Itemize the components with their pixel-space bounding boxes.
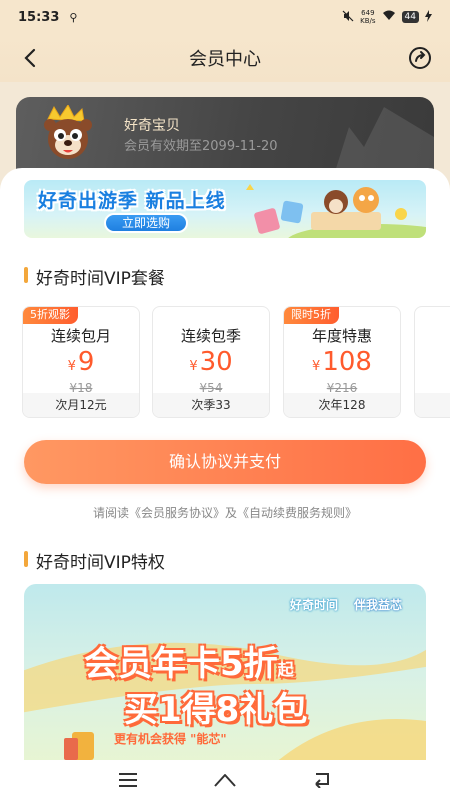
menu-button[interactable] xyxy=(113,765,143,795)
package-badge: 5折观影 xyxy=(23,307,78,324)
speed-unit: KB/s xyxy=(360,17,376,25)
header: 会员中心 xyxy=(0,34,450,82)
privileges-banner[interactable]: 好奇时间 伴我益芯 会员年卡5折起 买1得8礼包 更有机会获得 "能芯" xyxy=(24,584,426,760)
package-name: 年度特惠 xyxy=(311,327,372,345)
package-partial[interactable] xyxy=(414,306,450,418)
system-nav-bar xyxy=(0,760,450,800)
battery-indicator: 44 xyxy=(401,11,419,23)
share-icon xyxy=(409,47,431,69)
currency-symbol: ¥ xyxy=(312,359,321,374)
usb-icon: ⚲ xyxy=(69,10,78,24)
avatar[interactable] xyxy=(38,104,100,163)
home-button[interactable] xyxy=(210,765,240,795)
vip-packages-title: 好奇时间VIP套餐 xyxy=(24,264,165,289)
package-quarterly[interactable]: 连续包季 ¥30 ¥54 次季33 xyxy=(152,306,270,418)
share-button[interactable] xyxy=(406,44,434,72)
price-value: 108 xyxy=(322,347,372,377)
main-panel: 好奇出游季 新品上线 立即选购 好奇时间VIP套餐 5折观影 连续包月 ¥9 ¥… xyxy=(0,168,450,760)
status-time: 15:33 xyxy=(18,9,60,25)
return-icon xyxy=(314,773,329,788)
member-expire-date: 会员有效期至2099-11-20 xyxy=(124,139,278,154)
mute-icon xyxy=(342,10,354,25)
package-price: ¥30 xyxy=(153,347,269,377)
network-speed: 649 KB/s xyxy=(360,9,375,25)
back-button[interactable] xyxy=(16,44,44,72)
chevron-left-icon xyxy=(24,48,36,68)
privileges-logos: 好奇时间 伴我益芯 xyxy=(290,596,402,613)
currency-symbol: ¥ xyxy=(189,359,198,374)
price-value: 9 xyxy=(77,347,95,377)
package-badge: 限时5折 xyxy=(284,307,339,324)
package-renewal-price: 次月12元 xyxy=(23,393,139,417)
brand-logo: 好奇时间 xyxy=(289,598,338,612)
privileges-headline: 会员年卡5折起 xyxy=(84,636,294,685)
privileges-subheadline: 买1得8礼包 xyxy=(124,690,308,730)
banner-title: 好奇出游季 新品上线 xyxy=(38,190,226,212)
package-yearly[interactable]: 限时5折 年度特惠 ¥108 ¥216 次年128 xyxy=(283,306,401,418)
package-monthly[interactable]: 5折观影 连续包月 ¥9 ¥18 次月12元 xyxy=(22,306,140,418)
headline-suffix: 起 xyxy=(277,660,294,679)
currency-symbol: ¥ xyxy=(67,359,76,374)
member-name: 好奇宝贝 xyxy=(124,118,180,134)
package-price: ¥9 xyxy=(23,347,139,377)
home-icon xyxy=(214,774,236,787)
banner-illustration xyxy=(246,184,426,238)
package-renewal-price: 次年128 xyxy=(284,393,400,417)
package-name: 连续包季 xyxy=(180,327,241,345)
partner-logo: 伴我益芯 xyxy=(353,598,402,612)
package-renewal-price: 次季33 xyxy=(153,393,269,417)
status-indicators: 649 KB/s 44 xyxy=(342,9,432,25)
speed-value: 649 xyxy=(361,9,375,17)
page-title: 会员中心 xyxy=(189,49,261,70)
vip-privileges-title: 好奇时间VIP特权 xyxy=(24,548,165,573)
price-value: 30 xyxy=(199,347,233,377)
wifi-icon xyxy=(382,10,396,24)
agreement-link[interactable]: 请阅读《会员服务协议》及《自动续费服务规则》 xyxy=(0,504,450,521)
charging-icon xyxy=(425,9,432,25)
promo-banner[interactable]: 好奇出游季 新品上线 立即选购 xyxy=(24,180,426,238)
buy-now-button[interactable]: 立即选购 xyxy=(104,213,188,233)
back-nav-button[interactable] xyxy=(307,765,337,795)
package-list: 5折观影 连续包月 ¥9 ¥18 次月12元 连续包季 ¥30 ¥54 次季33… xyxy=(0,296,450,418)
package-name: 连续包月 xyxy=(50,327,111,345)
package-price: ¥108 xyxy=(284,347,400,377)
package-footer xyxy=(415,393,450,417)
menu-icon xyxy=(119,773,138,787)
privileges-note: 更有机会获得 "能芯" xyxy=(114,732,227,746)
headline-main: 会员年卡5折 xyxy=(84,644,278,684)
status-bar: 15:33 ⚲ 649 KB/s 44 xyxy=(0,0,450,34)
confirm-pay-button[interactable]: 确认协议并支付 xyxy=(24,440,426,484)
